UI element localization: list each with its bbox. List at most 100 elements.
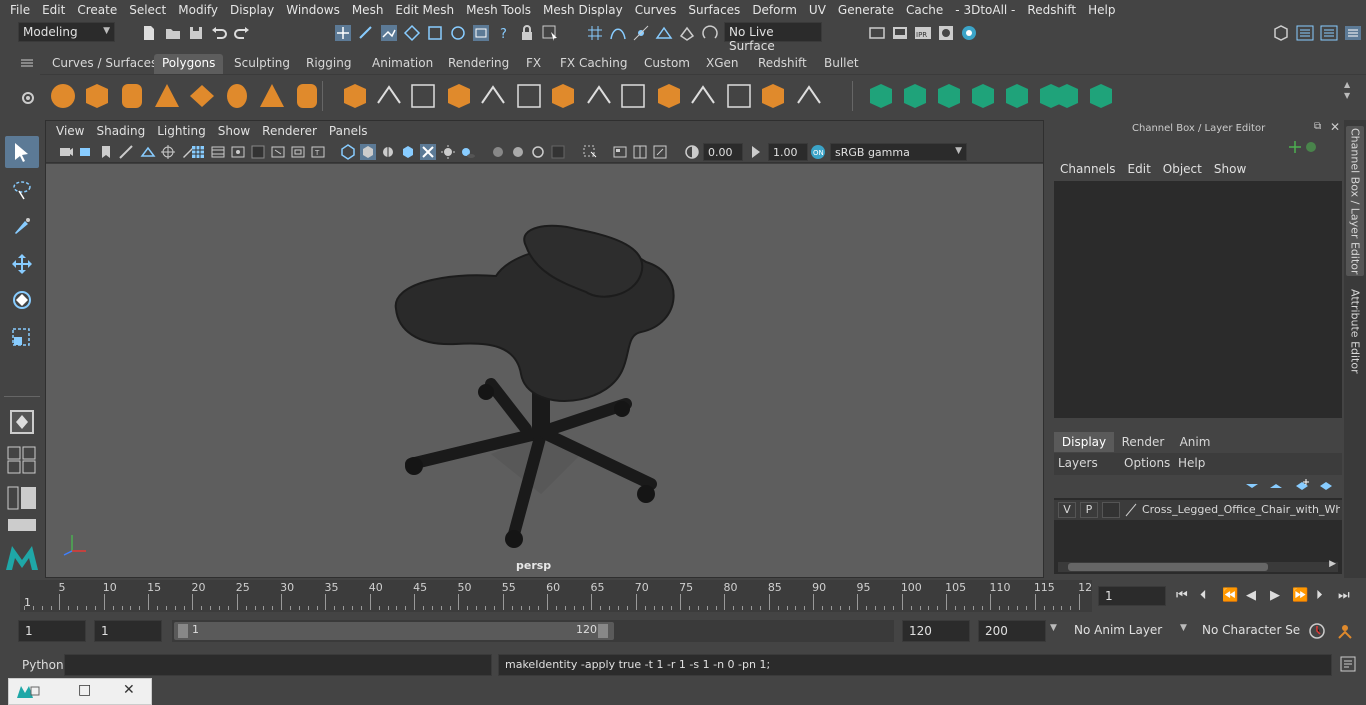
- poly-plane-icon[interactable]: [187, 81, 217, 111]
- layer-visibility-toggle[interactable]: V: [1058, 502, 1076, 518]
- chair-model[interactable]: [46, 164, 1043, 577]
- spherical-uv-icon[interactable]: [934, 81, 964, 111]
- uv-editor-icon[interactable]: [1052, 81, 1082, 111]
- layer-playback-toggle[interactable]: P: [1080, 502, 1098, 518]
- shelf-settings-gear-icon[interactable]: [20, 90, 36, 106]
- lasso-tool-button[interactable]: [5, 174, 39, 206]
- select-by-object-icon[interactable]: [357, 24, 375, 42]
- playback-start-field[interactable]: 1: [94, 620, 162, 642]
- safe-title-icon[interactable]: T: [310, 144, 326, 160]
- outliner-layout-button[interactable]: [6, 518, 38, 532]
- ipr-render-icon[interactable]: IPR: [914, 24, 932, 42]
- play-forwards-icon[interactable]: ▶: [1270, 588, 1280, 603]
- range-slider-handle[interactable]: 1 120: [174, 622, 614, 640]
- bevel-icon[interactable]: [478, 81, 508, 111]
- close-window-icon[interactable]: ✕: [123, 682, 135, 698]
- poly-pyramid-icon[interactable]: [257, 81, 287, 111]
- open-scene-icon[interactable]: [164, 24, 182, 42]
- auto-key-icon[interactable]: [1308, 622, 1326, 640]
- paint-select-tool-button[interactable]: [5, 210, 39, 242]
- tool-settings-toggle-icon[interactable]: [1320, 24, 1338, 42]
- anti-aliasing-icon[interactable]: [530, 144, 546, 160]
- snap-point-icon[interactable]: [632, 24, 650, 42]
- cylindrical-uv-icon[interactable]: [900, 81, 930, 111]
- snap-live-icon[interactable]: [701, 24, 719, 42]
- unfold-uv-icon[interactable]: [1002, 81, 1032, 111]
- bridge-icon[interactable]: [548, 81, 578, 111]
- mirror-icon[interactable]: [408, 81, 438, 111]
- select-vertex-icon[interactable]: [403, 24, 421, 42]
- animation-end-field[interactable]: 200: [978, 620, 1046, 642]
- snap-curve-icon[interactable]: [609, 24, 627, 42]
- step-back-key-icon[interactable]: ⏴: [1200, 588, 1207, 603]
- character-set-dropdown[interactable]: No Character Set: [1196, 620, 1300, 642]
- chevron-down-icon[interactable]: ▼: [1180, 623, 1187, 633]
- range-slider-end-grip[interactable]: [598, 624, 608, 638]
- gamma-icon[interactable]: [748, 144, 764, 160]
- hud-icon[interactable]: [612, 144, 628, 160]
- scroll-right-icon[interactable]: ▶: [1329, 559, 1336, 569]
- channel-box-menu-edit[interactable]: Edit: [1122, 162, 1157, 180]
- camera-select-icon[interactable]: [58, 144, 74, 160]
- layer-row[interactable]: V P Cross_Legged_Office_Chair_with_Whe: [1054, 500, 1342, 520]
- field-chart-icon[interactable]: [270, 144, 286, 160]
- two-d-pan-zoom-icon[interactable]: [160, 144, 176, 160]
- move-layer-up-icon[interactable]: [1244, 478, 1260, 494]
- select-edge-icon[interactable]: [426, 24, 444, 42]
- channel-list-area[interactable]: [1054, 181, 1342, 418]
- single-perspective-layout-button[interactable]: [5, 406, 39, 438]
- poly-torus-icon[interactable]: [222, 81, 252, 111]
- menu-display[interactable]: Display: [224, 3, 280, 17]
- shelf-tab-bullet[interactable]: Bullet: [816, 54, 867, 74]
- menu-windows[interactable]: Windows: [280, 3, 346, 17]
- insert-edge-loop-icon[interactable]: [654, 81, 684, 111]
- camera-attributes-icon[interactable]: [78, 144, 94, 160]
- poly-cone-icon[interactable]: [152, 81, 182, 111]
- snap-grid-icon[interactable]: [586, 24, 604, 42]
- render-view-icon[interactable]: [960, 24, 978, 42]
- current-frame-field[interactable]: 1: [1098, 586, 1166, 606]
- channel-box-menu-show[interactable]: Show: [1208, 162, 1252, 180]
- use-all-lights-icon[interactable]: [440, 144, 456, 160]
- menu-uv[interactable]: UV: [803, 3, 832, 17]
- frame-selection-icon[interactable]: [652, 144, 668, 160]
- four-view-layout-button[interactable]: [6, 446, 38, 474]
- viewport-menu-show[interactable]: Show: [212, 124, 256, 138]
- viewport-menu-view[interactable]: View: [50, 124, 90, 138]
- menu-mesh-tools[interactable]: Mesh Tools: [460, 3, 537, 17]
- layer-display-type[interactable]: [1102, 502, 1120, 518]
- layer-scrollbar[interactable]: ▶: [1058, 559, 1338, 572]
- menu-deform[interactable]: Deform: [746, 3, 803, 17]
- sew-uv-icon[interactable]: [1086, 81, 1116, 111]
- attribute-editor-toggle-icon[interactable]: [1296, 24, 1314, 42]
- perspective-viewport[interactable]: View Shading Lighting Show Renderer Panels T …: [45, 120, 1044, 578]
- poly-pipe-icon[interactable]: [292, 81, 322, 111]
- render-settings-icon[interactable]: [868, 24, 886, 42]
- save-scene-icon[interactable]: [187, 24, 205, 42]
- undo-icon[interactable]: [210, 24, 228, 42]
- select-tool-button[interactable]: [5, 136, 39, 168]
- colorspace-dropdown[interactable]: sRGB gamma ▼: [830, 143, 967, 161]
- menu-edit-mesh[interactable]: Edit Mesh: [389, 3, 460, 17]
- depth-of-field-icon[interactable]: [550, 144, 566, 160]
- shelf-menu-icon[interactable]: [20, 58, 34, 68]
- xray-icon[interactable]: [420, 144, 436, 160]
- close-icon[interactable]: ✕: [1330, 120, 1340, 134]
- shelf-tab-polygons[interactable]: Polygons: [154, 54, 224, 74]
- menu-create[interactable]: Create: [71, 3, 123, 17]
- append-to-polygon-icon[interactable]: [724, 81, 754, 111]
- range-slider-start-grip[interactable]: [178, 624, 188, 638]
- go-to-end-icon[interactable]: ⏭: [1338, 588, 1350, 603]
- bookmark-icon[interactable]: [98, 144, 114, 160]
- snap-view-plane-icon[interactable]: [655, 24, 673, 42]
- shelf-tab-xgen[interactable]: XGen: [698, 54, 747, 74]
- color-management-icon[interactable]: ON: [810, 144, 826, 160]
- menu-surfaces[interactable]: Surfaces: [682, 3, 746, 17]
- channel-box-toggle-icon[interactable]: [1344, 24, 1362, 42]
- select-by-component-icon[interactable]: [380, 24, 398, 42]
- channel-box-menu-object[interactable]: Object: [1157, 162, 1208, 180]
- poly-cube-icon[interactable]: [82, 81, 112, 111]
- gate-mask-icon[interactable]: [250, 144, 266, 160]
- shelf-tab-sculpting[interactable]: Sculpting: [226, 54, 298, 74]
- mode-dropdown[interactable]: Modeling ▼: [18, 22, 115, 42]
